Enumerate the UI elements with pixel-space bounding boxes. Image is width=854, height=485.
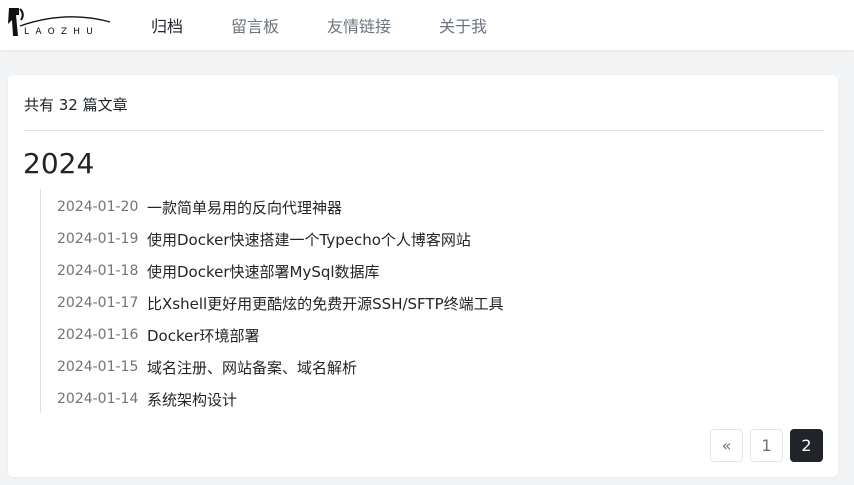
post-title-link[interactable]: 域名注册、网站备案、域名解析 [147, 357, 357, 378]
post-title-link[interactable]: 使用Docker快速部署MySql数据库 [147, 261, 380, 282]
timeline-line [40, 189, 41, 413]
prev-page-button[interactable]: « [710, 429, 743, 462]
post-item: 2024-01-17 比Xshell更好用更酷炫的免费开源SSH/SFTP终端工… [57, 291, 504, 315]
archive-year: 2024 [23, 147, 95, 180]
page-1-button[interactable]: 1 [750, 429, 783, 462]
post-date: 2024-01-18 [57, 263, 139, 279]
top-navbar: LAOZHU 归档 留言板 友情链接 关于我 [0, 0, 854, 50]
post-date: 2024-01-20 [57, 199, 139, 215]
archive-card: 共有 32 篇文章 2024 2024-01-20 一款简单易用的反向代理神器 … [8, 75, 838, 477]
post-item: 2024-01-19 使用Docker快速搭建一个Typecho个人博客网站 [57, 227, 471, 251]
post-title-link[interactable]: 一款简单易用的反向代理神器 [147, 197, 342, 218]
post-title-link[interactable]: 使用Docker快速搭建一个Typecho个人博客网站 [147, 229, 471, 250]
post-title-link[interactable]: Docker环境部署 [147, 325, 260, 346]
post-count: 共有 32 篇文章 [24, 96, 128, 114]
post-date: 2024-01-14 [57, 391, 139, 407]
post-item: 2024-01-14 系统架构设计 [57, 387, 237, 411]
post-date: 2024-01-19 [57, 231, 139, 247]
post-date: 2024-01-16 [57, 327, 139, 343]
divider [24, 130, 824, 131]
post-title-link[interactable]: 比Xshell更好用更酷炫的免费开源SSH/SFTP终端工具 [147, 293, 504, 314]
post-item: 2024-01-15 域名注册、网站备案、域名解析 [57, 355, 357, 379]
post-item: 2024-01-20 一款简单易用的反向代理神器 [57, 195, 342, 219]
page-2-button[interactable]: 2 [790, 429, 823, 462]
site-logo[interactable]: LAOZHU [6, 6, 114, 40]
post-date: 2024-01-15 [57, 359, 139, 375]
nav-item-guestbook[interactable]: 留言板 [231, 13, 279, 37]
post-item: 2024-01-16 Docker环境部署 [57, 323, 260, 347]
post-date: 2024-01-17 [57, 295, 139, 311]
logo-text: LAOZHU [24, 27, 100, 37]
post-title-link[interactable]: 系统架构设计 [147, 389, 237, 410]
nav-item-archive[interactable]: 归档 [151, 13, 183, 37]
nav-item-about[interactable]: 关于我 [439, 13, 487, 37]
nav-item-friend-links[interactable]: 友情链接 [327, 13, 391, 37]
post-item: 2024-01-18 使用Docker快速部署MySql数据库 [57, 259, 380, 283]
